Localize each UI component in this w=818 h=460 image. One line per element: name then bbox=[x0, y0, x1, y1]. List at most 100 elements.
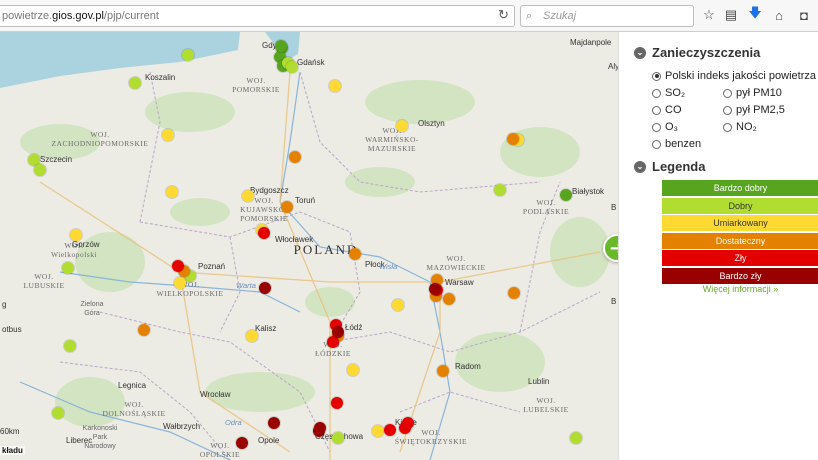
city-label: B bbox=[611, 297, 617, 306]
station-marker[interactable] bbox=[275, 40, 287, 52]
radio-option-no2[interactable]: NO₂ bbox=[723, 121, 757, 133]
station-marker[interactable] bbox=[329, 80, 341, 92]
voivodeship-label: WOJ. MAZOWIECKIE bbox=[426, 254, 486, 272]
station-marker[interactable] bbox=[570, 432, 582, 444]
station-marker[interactable] bbox=[162, 129, 174, 141]
station-marker[interactable] bbox=[332, 326, 344, 338]
radio-icon bbox=[652, 105, 661, 115]
radio-icon bbox=[723, 122, 732, 132]
station-marker[interactable] bbox=[443, 293, 455, 305]
station-marker[interactable] bbox=[236, 437, 248, 449]
station-marker[interactable] bbox=[129, 77, 141, 89]
legend-section-header[interactable]: ⌄ Legenda bbox=[634, 159, 705, 174]
voivodeship-label: WOJ. LUBUSKIE bbox=[23, 272, 65, 290]
option-label: Polski indeks jakości powietrza bbox=[665, 70, 817, 82]
radio-option-so2[interactable]: SO₂ bbox=[652, 87, 685, 99]
station-marker[interactable] bbox=[402, 417, 414, 429]
radio-icon bbox=[723, 88, 732, 98]
city-label: Lublin bbox=[528, 377, 550, 386]
voivodeship-label: WOJ. LUBELSKIE bbox=[523, 396, 569, 414]
city-label: Poznań bbox=[198, 262, 226, 271]
station-marker[interactable] bbox=[437, 365, 449, 377]
bookmark-star-icon[interactable]: ☆ bbox=[700, 6, 718, 24]
station-marker[interactable] bbox=[507, 133, 519, 145]
station-marker[interactable] bbox=[242, 190, 254, 202]
station-marker[interactable] bbox=[347, 364, 359, 376]
station-marker[interactable] bbox=[429, 283, 441, 295]
radio-option-o3[interactable]: O₃ bbox=[652, 121, 678, 133]
city-label: Olsztyn bbox=[418, 119, 445, 128]
station-marker[interactable] bbox=[331, 397, 343, 409]
url-prefix: powietrze. bbox=[2, 10, 53, 22]
river-label: Odra bbox=[225, 418, 242, 427]
station-marker[interactable] bbox=[34, 164, 46, 176]
pollution-title: Zanieczyszczenia bbox=[652, 45, 761, 60]
chevron-down-icon: ⌄ bbox=[634, 46, 646, 59]
station-marker[interactable] bbox=[494, 184, 506, 196]
pocket-icon[interactable]: ◘ bbox=[795, 6, 813, 24]
station-marker[interactable] bbox=[392, 299, 404, 311]
station-marker[interactable] bbox=[289, 151, 301, 163]
radio-option-co[interactable]: CO bbox=[652, 104, 682, 116]
city-label: Opole bbox=[258, 436, 280, 445]
address-bar[interactable]: powietrze.gios.gov.pl/pjp/current bbox=[0, 5, 515, 27]
download-arrow-icon[interactable]: 🡇 bbox=[746, 5, 764, 24]
radio-option-benzen[interactable]: benzen bbox=[652, 138, 701, 150]
legend-row: Umiarkowany bbox=[662, 215, 818, 232]
city-label: Toruń bbox=[295, 196, 316, 205]
station-marker[interactable] bbox=[258, 227, 270, 239]
legend-row: Dobry bbox=[662, 197, 818, 215]
station-marker[interactable] bbox=[70, 229, 82, 241]
voivodeship-label: WOJ. PODLASKIE bbox=[522, 198, 570, 216]
station-marker[interactable] bbox=[281, 201, 293, 213]
city-label: Radom bbox=[455, 362, 481, 371]
station-marker[interactable] bbox=[246, 330, 258, 342]
reload-icon[interactable]: ↻ bbox=[498, 7, 509, 23]
station-marker[interactable] bbox=[314, 422, 326, 434]
legend-row: Bardzo dobry bbox=[662, 180, 818, 197]
river-label: Warta bbox=[236, 281, 256, 290]
station-marker[interactable] bbox=[286, 61, 298, 73]
station-marker[interactable] bbox=[172, 260, 184, 272]
station-marker[interactable] bbox=[384, 424, 396, 436]
station-marker[interactable] bbox=[508, 287, 520, 299]
city-label: Gdańsk bbox=[297, 58, 325, 67]
search-input[interactable]: ⌕ Szukaj bbox=[520, 5, 694, 27]
home-icon[interactable]: ⌂ bbox=[770, 6, 788, 24]
radio-icon bbox=[652, 71, 661, 81]
radio-option-pm25[interactable]: pył PM2,5 bbox=[723, 104, 785, 116]
voivodeship-label: WOJ. DOLNOŚLĄSKIE bbox=[102, 400, 166, 418]
city-label: Karkonoski Park Narodowy bbox=[82, 425, 118, 450]
more-info-link[interactable]: Więcej informacji » bbox=[662, 284, 818, 294]
station-marker[interactable] bbox=[332, 432, 344, 444]
voivodeship-label: WOJ. OPOLSKIE bbox=[199, 441, 241, 459]
station-marker[interactable] bbox=[268, 417, 280, 429]
river-label: Wisła bbox=[379, 262, 398, 271]
station-marker[interactable] bbox=[349, 248, 361, 260]
legend-row: Zły bbox=[662, 250, 818, 267]
option-label: CO bbox=[665, 104, 682, 116]
station-marker[interactable] bbox=[174, 277, 186, 289]
city-label: Kalisz bbox=[255, 324, 277, 333]
station-marker[interactable] bbox=[372, 425, 384, 437]
station-marker[interactable] bbox=[259, 282, 271, 294]
city-label: Wałbrzych bbox=[163, 422, 201, 431]
station-marker[interactable] bbox=[182, 49, 194, 61]
city-label: Białystok bbox=[572, 187, 605, 196]
city-label: B bbox=[611, 203, 617, 212]
voivodeship-label: WOJ. ZACHODNIOPOMORSKIE bbox=[51, 130, 149, 148]
station-marker[interactable] bbox=[560, 189, 572, 201]
station-marker[interactable] bbox=[52, 407, 64, 419]
radio-option-pm10[interactable]: pył PM10 bbox=[723, 87, 782, 99]
air-quality-map[interactable]: WOJ. POMORSKIE WOJ. ZACHODNIOPOMORSKIE WOJ… bbox=[0, 32, 618, 460]
reading-list-icon[interactable]: ▤ bbox=[722, 6, 740, 24]
city-label: Warsaw bbox=[445, 278, 474, 287]
option-label: O₃ bbox=[665, 121, 679, 133]
pollution-section-header[interactable]: ⌄ Zanieczyszczenia bbox=[634, 45, 760, 60]
station-marker[interactable] bbox=[396, 120, 408, 132]
station-marker[interactable] bbox=[166, 186, 178, 198]
station-marker[interactable] bbox=[64, 340, 76, 352]
radio-option-polski-indeks[interactable]: Polski indeks jakości powietrza bbox=[652, 70, 816, 82]
station-marker[interactable] bbox=[62, 262, 74, 274]
station-marker[interactable] bbox=[138, 324, 150, 336]
